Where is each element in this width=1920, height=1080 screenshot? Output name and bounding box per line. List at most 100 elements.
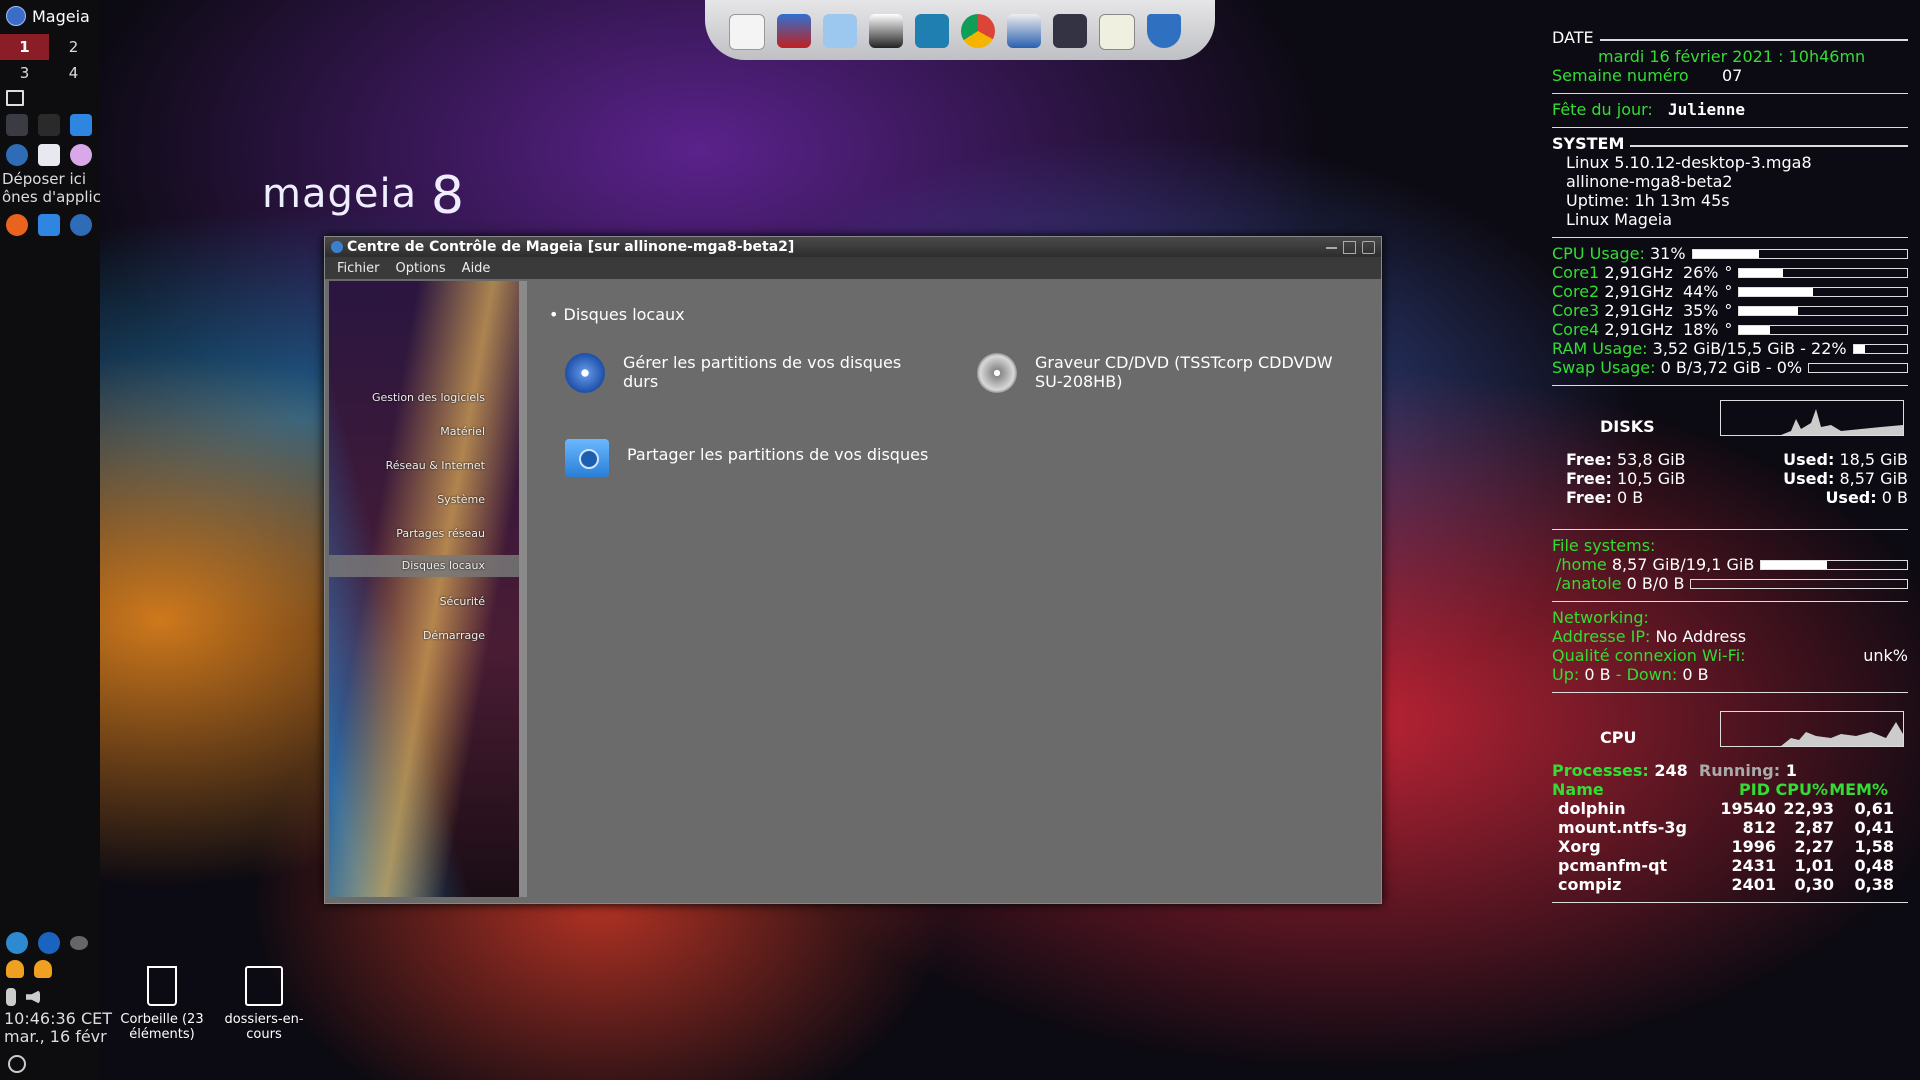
menu-aide[interactable]: Aide <box>462 261 491 276</box>
core-pct: 26% <box>1682 263 1719 282</box>
share-partitions-entry[interactable]: Partager les partitions de vos disques <box>565 439 928 477</box>
screenshot-icon[interactable] <box>915 14 949 48</box>
filesystem-row: /home 8,57 GiB/19,1 GiB <box>1552 555 1908 574</box>
panel-clock[interactable]: 10:46:36 CET mar., 16 févr <box>4 1010 112 1046</box>
hp-printer-icon[interactable] <box>38 932 60 954</box>
settings-panel-icon[interactable] <box>6 114 28 136</box>
core-bar <box>1738 268 1908 278</box>
sidebar-item-shares[interactable]: Partages réseau <box>396 527 485 540</box>
sidebar-item-software[interactable]: Gestion des logiciels <box>372 391 485 404</box>
usb-device-icon[interactable] <box>6 988 16 1006</box>
mageia-logo-icon <box>6 6 26 26</box>
power-icon[interactable] <box>8 1055 26 1073</box>
desktop-icon-label: dossiers-en- <box>224 1012 304 1027</box>
workspace-2[interactable]: 2 <box>49 34 98 60</box>
mail-icon[interactable] <box>38 144 60 166</box>
sidebar-item-security[interactable]: Sécurité <box>440 595 485 608</box>
sidebar-item-boot[interactable]: Démarrage <box>423 629 485 642</box>
disk-row: Free: 0 B Used: 0 B <box>1566 488 1908 507</box>
sidebar-item-network[interactable]: Réseau & Internet <box>386 459 485 472</box>
media-player-icon[interactable] <box>70 144 92 166</box>
workspace-3[interactable]: 3 <box>0 60 49 86</box>
ram-value: 3,52 GiB/15,5 GiB - 22% <box>1652 339 1847 358</box>
sidebar-item-hardware[interactable]: Matériel <box>440 425 485 438</box>
manage-partitions-entry[interactable]: Gérer les partitions de vos disques durs <box>565 353 901 393</box>
trash-icon <box>147 966 177 1006</box>
process-row: pcmanfm-qt 2431 1,01 0,48 <box>1552 856 1908 875</box>
chrome-icon[interactable] <box>961 14 995 48</box>
main-content: • Disques locaux Gérer les partitions de… <box>527 279 1381 899</box>
window-app-icon <box>331 241 343 253</box>
core-name: Core4 <box>1552 320 1600 339</box>
trash-status-icon[interactable] <box>1147 14 1181 48</box>
terminal-icon[interactable] <box>38 114 60 136</box>
network-tool-icon[interactable] <box>1053 14 1087 48</box>
process-row: Xorg 1996 2,27 1,58 <box>1552 837 1908 856</box>
firefox-icon[interactable] <box>6 214 28 236</box>
desktop-folder[interactable]: dossiers-en- cours <box>216 966 312 1042</box>
volume-icon[interactable] <box>26 990 40 1004</box>
free-value: 53,8 GiB <box>1617 450 1686 469</box>
control-center-icon[interactable] <box>6 144 28 166</box>
network-icon[interactable] <box>6 932 28 954</box>
free-value: 0 B <box>1617 488 1644 507</box>
desktop-trash[interactable]: Corbeille (23 éléments) <box>114 966 210 1042</box>
maximize-button[interactable] <box>1343 240 1356 254</box>
entry-label: SU-208HB) <box>1035 372 1123 391</box>
screen-icon[interactable] <box>869 14 903 48</box>
file-manager-icon[interactable] <box>70 114 92 136</box>
filezilla-icon[interactable] <box>777 14 811 48</box>
section-title: • Disques locaux <box>549 305 685 324</box>
fs-bar <box>1760 560 1908 570</box>
minimize-button[interactable] <box>1326 241 1337 249</box>
running-label: Running: <box>1698 761 1781 780</box>
menu-options[interactable]: Options <box>396 261 446 276</box>
core-bar <box>1738 325 1908 335</box>
disk-row: Free: 10,5 GiB Used: 8,57 GiB <box>1566 469 1908 488</box>
cloud-icon[interactable] <box>70 936 88 950</box>
cd-burner-entry[interactable]: Graveur CD/DVD (TSSTcorp CDDVDW SU-208HB… <box>977 353 1333 393</box>
sidebar-item-local-disks[interactable]: Disques locaux <box>329 555 519 577</box>
cpu-usage-value: 31% <box>1649 244 1686 263</box>
entry-label: Partager les partitions de vos disques <box>627 445 929 464</box>
hard-disk-icon <box>565 353 605 393</box>
software-install-icon[interactable] <box>729 14 765 50</box>
application-menu[interactable]: Mageia <box>0 0 100 32</box>
workspace-1[interactable]: 1 <box>0 34 49 60</box>
proc-name: pcmanfm-qt <box>1558 856 1668 875</box>
logo-number: 8 <box>430 166 465 226</box>
core-bar <box>1738 287 1908 297</box>
notification-bell-icon[interactable] <box>6 960 24 978</box>
shared-folder-icon <box>565 439 609 477</box>
system-monitor-icon[interactable] <box>823 14 857 48</box>
proc-pid: 2401 <box>1731 875 1776 894</box>
core-name: Core3 <box>1552 301 1600 320</box>
text-editor-icon[interactable] <box>1099 14 1135 50</box>
core-freq: 2,91GHz <box>1604 263 1673 282</box>
used-value: 0 B <box>1881 488 1908 507</box>
desktop-icon-label: éléments) <box>129 1027 195 1042</box>
show-desktop-icon[interactable] <box>6 90 24 106</box>
workspace-4[interactable]: 4 <box>49 60 98 86</box>
proc-name: dolphin <box>1558 799 1626 818</box>
week-label: Semaine numéro <box>1552 66 1689 85</box>
folder-icon[interactable] <box>38 214 60 236</box>
disk-graph-svg <box>1721 409 1903 435</box>
system-label: SYSTEM <box>1552 134 1625 153</box>
menu-fichier[interactable]: Fichier <box>337 261 380 276</box>
wifi-value: unk% <box>1863 646 1908 665</box>
proc-pid: 2431 <box>1731 856 1776 875</box>
control-center-icon[interactable] <box>70 214 92 236</box>
processes-label: Processes: <box>1552 761 1649 780</box>
free-label: Free: <box>1566 450 1612 469</box>
close-button[interactable] <box>1362 240 1375 254</box>
ip-value: No Address <box>1655 627 1747 646</box>
window-titlebar[interactable]: Centre de Contrôle de Mageia [sur allino… <box>325 237 1381 257</box>
notification-bell-icon[interactable] <box>34 960 52 978</box>
sidebar-item-system[interactable]: Système <box>437 493 485 506</box>
core-pct: 18% <box>1682 320 1719 339</box>
fs-value: 8,57 GiB/19,1 GiB <box>1611 555 1755 574</box>
process-row: dolphin 19540 22,93 0,61 <box>1552 799 1908 818</box>
system-line: allinone-mga8-beta2 <box>1566 172 1733 191</box>
disk-tool-icon[interactable] <box>1007 14 1041 48</box>
